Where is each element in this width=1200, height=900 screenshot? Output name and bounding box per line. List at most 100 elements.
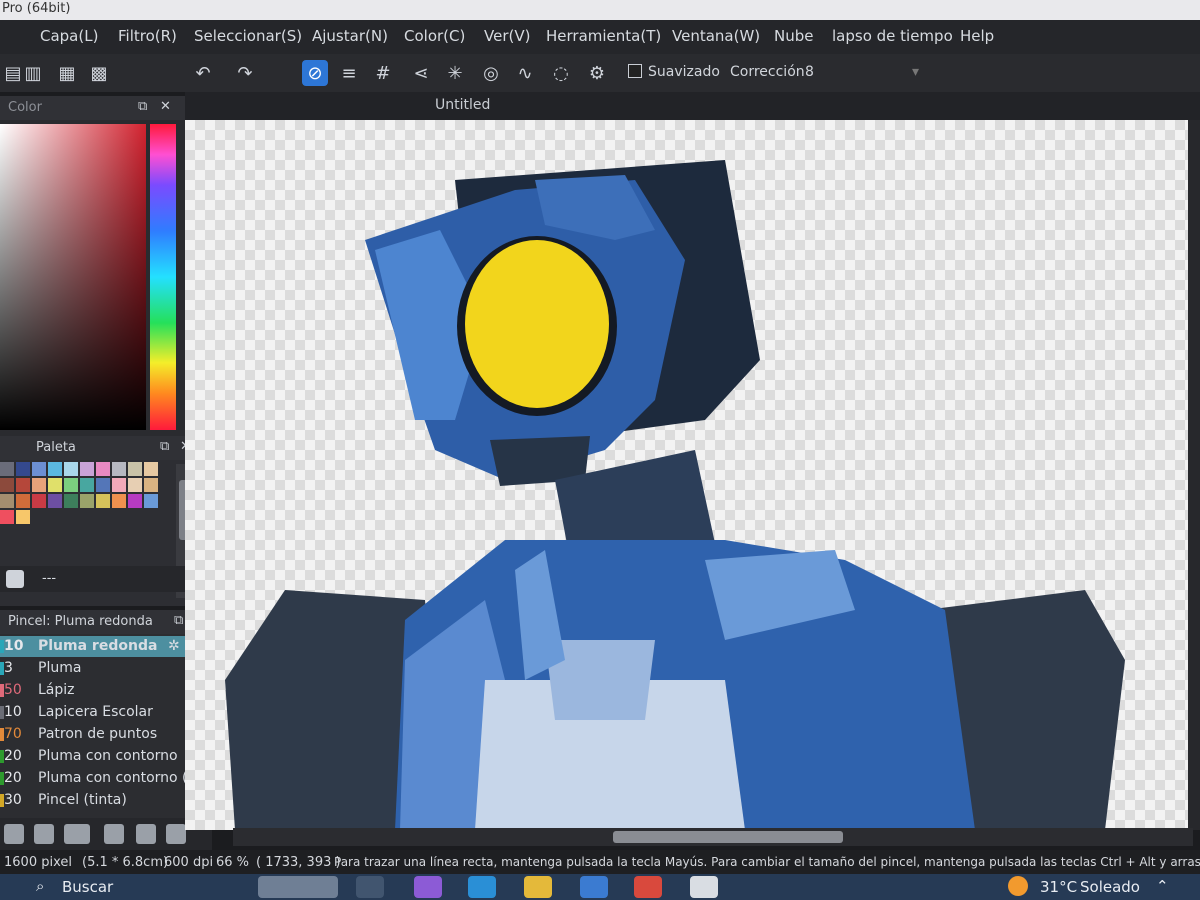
palette-swatch[interactable] bbox=[64, 478, 78, 492]
palette-swatch[interactable] bbox=[112, 494, 126, 508]
palette-swatch[interactable] bbox=[48, 478, 62, 492]
chevron-down-icon[interactable]: ▾ bbox=[912, 64, 919, 80]
menu-ventana[interactable]: Ventana(W) bbox=[672, 27, 760, 45]
brush-item[interactable]: 3 Pluma bbox=[0, 658, 190, 679]
chrome-icon[interactable] bbox=[634, 876, 662, 898]
folder-icon[interactable] bbox=[136, 824, 156, 844]
grid-view-icon[interactable]: ▩ bbox=[86, 60, 112, 86]
trash-icon[interactable] bbox=[6, 570, 24, 588]
palette-swatch[interactable] bbox=[16, 510, 30, 524]
palette-swatch[interactable] bbox=[0, 494, 14, 508]
copilot-icon[interactable] bbox=[414, 876, 442, 898]
palette-swatch[interactable] bbox=[144, 494, 158, 508]
palette-swatch[interactable] bbox=[96, 494, 110, 508]
palette-swatch[interactable] bbox=[64, 462, 78, 476]
close-icon[interactable]: ✕ bbox=[160, 99, 171, 114]
palette-swatch[interactable] bbox=[32, 462, 46, 476]
palette-swatch[interactable] bbox=[0, 510, 14, 524]
search-highlight-icon[interactable] bbox=[258, 876, 338, 898]
search-icon[interactable]: ⌕ bbox=[36, 877, 44, 895]
copy-brush-icon[interactable] bbox=[104, 824, 124, 844]
menu-seleccionar[interactable]: Seleccionar(S) bbox=[194, 27, 302, 45]
palette-swatch[interactable] bbox=[80, 462, 94, 476]
menu-color[interactable]: Color(C) bbox=[404, 27, 465, 45]
palette-swatch[interactable] bbox=[16, 478, 30, 492]
menu-help[interactable]: Help bbox=[960, 27, 994, 45]
vertical-scrollbar[interactable] bbox=[1188, 120, 1200, 830]
menu-ajustar[interactable]: Ajustar(N) bbox=[312, 27, 388, 45]
palette-swatch[interactable] bbox=[128, 494, 142, 508]
snap-radial-icon[interactable]: ✳ bbox=[442, 60, 468, 86]
document-tab[interactable]: Untitled bbox=[435, 97, 490, 113]
chevron-up-icon[interactable]: ⌃ bbox=[1156, 877, 1169, 895]
weather-temperature[interactable]: 31°C bbox=[1040, 878, 1077, 896]
weather-condition[interactable]: Soleado bbox=[1080, 878, 1140, 896]
task-view-icon[interactable] bbox=[356, 876, 384, 898]
palette-swatch[interactable] bbox=[32, 478, 46, 492]
snap-off-icon[interactable]: ⊘ bbox=[302, 60, 328, 86]
palette-swatch[interactable] bbox=[48, 494, 62, 508]
palette-swatch[interactable] bbox=[16, 494, 30, 508]
popout-icon[interactable]: ⧉ bbox=[138, 99, 147, 114]
layers-icon[interactable]: ▦ bbox=[54, 60, 80, 86]
menu-herramienta[interactable]: Herramienta(T) bbox=[546, 27, 661, 45]
brush-item[interactable]: 10 Lapicera Escolar bbox=[0, 702, 190, 723]
palette-swatch[interactable] bbox=[0, 462, 14, 476]
brush-settings-gear-icon[interactable]: ✲ bbox=[168, 636, 180, 657]
menu-lapso-de-tiempo[interactable]: lapso de tiempo bbox=[832, 27, 953, 45]
palette-swatch[interactable] bbox=[80, 478, 94, 492]
brush-item[interactable]: 30 Pincel (tinta) bbox=[0, 790, 190, 811]
menu-filtro[interactable]: Filtro(R) bbox=[118, 27, 177, 45]
popout-icon[interactable]: ⧉ bbox=[160, 439, 169, 454]
palette-swatch[interactable] bbox=[96, 478, 110, 492]
settings-gear-icon[interactable]: ⚙ bbox=[584, 60, 610, 86]
brush-item[interactable]: 50 Lápiz bbox=[0, 680, 190, 701]
snap-parallel-icon[interactable]: ≡ bbox=[336, 60, 362, 86]
menu-ver[interactable]: Ver(V) bbox=[484, 27, 530, 45]
undo-icon[interactable]: ↶ bbox=[190, 60, 216, 86]
brush-item[interactable]: 20 Pluma con contorno bbox=[0, 746, 190, 767]
snap-curve-icon[interactable]: ∿ bbox=[512, 60, 538, 86]
palette-swatch[interactable] bbox=[144, 478, 158, 492]
palette-swatch[interactable] bbox=[128, 462, 142, 476]
palette-swatch[interactable] bbox=[0, 478, 14, 492]
duplicate-icon[interactable] bbox=[166, 824, 186, 844]
palette-swatch[interactable] bbox=[112, 478, 126, 492]
snap-circle-icon[interactable]: ◌ bbox=[548, 60, 574, 86]
palette-swatch[interactable] bbox=[64, 494, 78, 508]
save-file-icon[interactable]: ▥ bbox=[20, 60, 46, 86]
new-brush-icon[interactable] bbox=[34, 824, 54, 844]
palette-swatch[interactable] bbox=[32, 494, 46, 508]
weather-sun-icon[interactable] bbox=[1008, 876, 1028, 896]
palette-swatch[interactable] bbox=[128, 478, 142, 492]
smoothing-checkbox[interactable] bbox=[628, 64, 642, 78]
popout-icon[interactable]: ⧉ bbox=[174, 613, 183, 628]
palette-swatch[interactable] bbox=[48, 462, 62, 476]
snap-grid-icon[interactable]: # bbox=[370, 60, 396, 86]
menu-capa[interactable]: Capa(L) bbox=[40, 27, 98, 45]
drawing-canvas[interactable] bbox=[185, 120, 1188, 830]
mail-icon[interactable] bbox=[580, 876, 608, 898]
brush-item[interactable]: 20 Pluma con contorno (s bbox=[0, 768, 195, 789]
saturation-value-picker[interactable] bbox=[0, 124, 146, 430]
taskbar-search-label[interactable]: Buscar bbox=[62, 878, 113, 896]
snap-concentric-icon[interactable]: ◎ bbox=[478, 60, 504, 86]
brush-settings-icon[interactable] bbox=[4, 824, 24, 844]
horizontal-scroll-thumb[interactable] bbox=[613, 831, 843, 843]
redo-icon[interactable]: ↷ bbox=[232, 60, 258, 86]
hue-slider[interactable] bbox=[150, 124, 176, 430]
palette-swatch[interactable] bbox=[144, 462, 158, 476]
edge-icon[interactable] bbox=[468, 876, 496, 898]
snap-perspective-icon[interactable]: ⋖ bbox=[408, 60, 434, 86]
file-explorer-icon[interactable] bbox=[524, 876, 552, 898]
menu-nube[interactable]: Nube bbox=[774, 27, 813, 45]
palette-swatch[interactable] bbox=[80, 494, 94, 508]
horizontal-scrollbar[interactable] bbox=[233, 828, 1193, 846]
paint-app-icon[interactable] bbox=[690, 876, 718, 898]
palette-swatch[interactable] bbox=[16, 462, 30, 476]
save-brush-icon[interactable] bbox=[64, 824, 90, 844]
brush-item[interactable]: 10 Pluma redonda ✲ bbox=[0, 636, 190, 657]
brush-item[interactable]: 70 Patron de puntos bbox=[0, 724, 190, 745]
palette-swatch[interactable] bbox=[112, 462, 126, 476]
correction-value[interactable]: 8 bbox=[805, 64, 814, 80]
